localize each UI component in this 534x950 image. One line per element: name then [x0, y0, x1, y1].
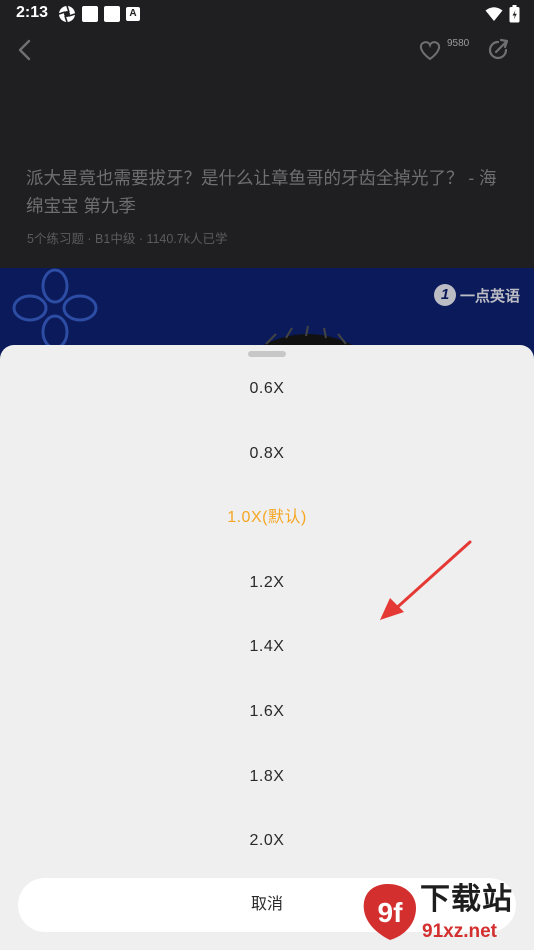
annotation-arrow-icon — [380, 540, 472, 620]
speed-option-0-8x[interactable]: 0.8X — [0, 422, 534, 487]
watermark-url: 91xz.net — [422, 921, 497, 942]
lesson-meta: 5个练习题 · B1中级 · 1140.7k人已学 — [27, 232, 228, 246]
watermark-text: 下载站 — [420, 883, 513, 916]
wifi-icon — [485, 7, 503, 21]
watermark-mark-text: 9f — [378, 897, 404, 928]
watermark-logo-icon: 9f — [363, 884, 416, 940]
share-icon[interactable] — [484, 36, 512, 64]
status-time: 2:13 — [16, 4, 49, 21]
heart-icon[interactable] — [416, 36, 444, 64]
back-arrow-icon[interactable] — [12, 36, 40, 64]
brand-logo-icon: 1 — [433, 284, 456, 306]
notification-badge-icon: A — [126, 7, 140, 21]
lesson-title: 派大星竟也需要拔牙？是什么让章鱼哥的牙齿全掉光了？ - 海绵宝宝 第九季 — [26, 168, 497, 216]
site-watermark: 9f 下载站 91xz.net — [360, 882, 530, 946]
status-system-icons — [485, 5, 520, 23]
speed-option-1-8x[interactable]: 1.8X — [0, 745, 534, 810]
playback-speed-sheet: 0.6X 0.8X 1.0X(默认) 1.2X 1.4X 1.6X 1.8X 2… — [0, 345, 534, 950]
video-lesson-screen: 2:13 A 9580 派大星竟也需要拔牙？是什么让章鱼哥的牙齿全掉光了？ - … — [0, 0, 534, 950]
battery-icon — [509, 5, 520, 23]
speed-option-1-6x[interactable]: 1.6X — [0, 680, 534, 745]
status-notifications: A — [58, 5, 140, 23]
shutter-icon — [58, 5, 76, 23]
top-bar: 9580 — [0, 28, 534, 74]
speed-option-2-0x[interactable]: 2.0X — [0, 809, 534, 874]
status-bar: 2:13 A — [0, 0, 534, 28]
notification-square-icon — [82, 6, 98, 22]
notification-square-icon — [104, 6, 120, 22]
brand-watermark: 1 一点英语 — [433, 284, 520, 306]
brand-name: 一点英语 — [459, 287, 520, 305]
like-count: 9580 — [447, 38, 470, 49]
speed-option-0-6x[interactable]: 0.6X — [0, 357, 534, 422]
